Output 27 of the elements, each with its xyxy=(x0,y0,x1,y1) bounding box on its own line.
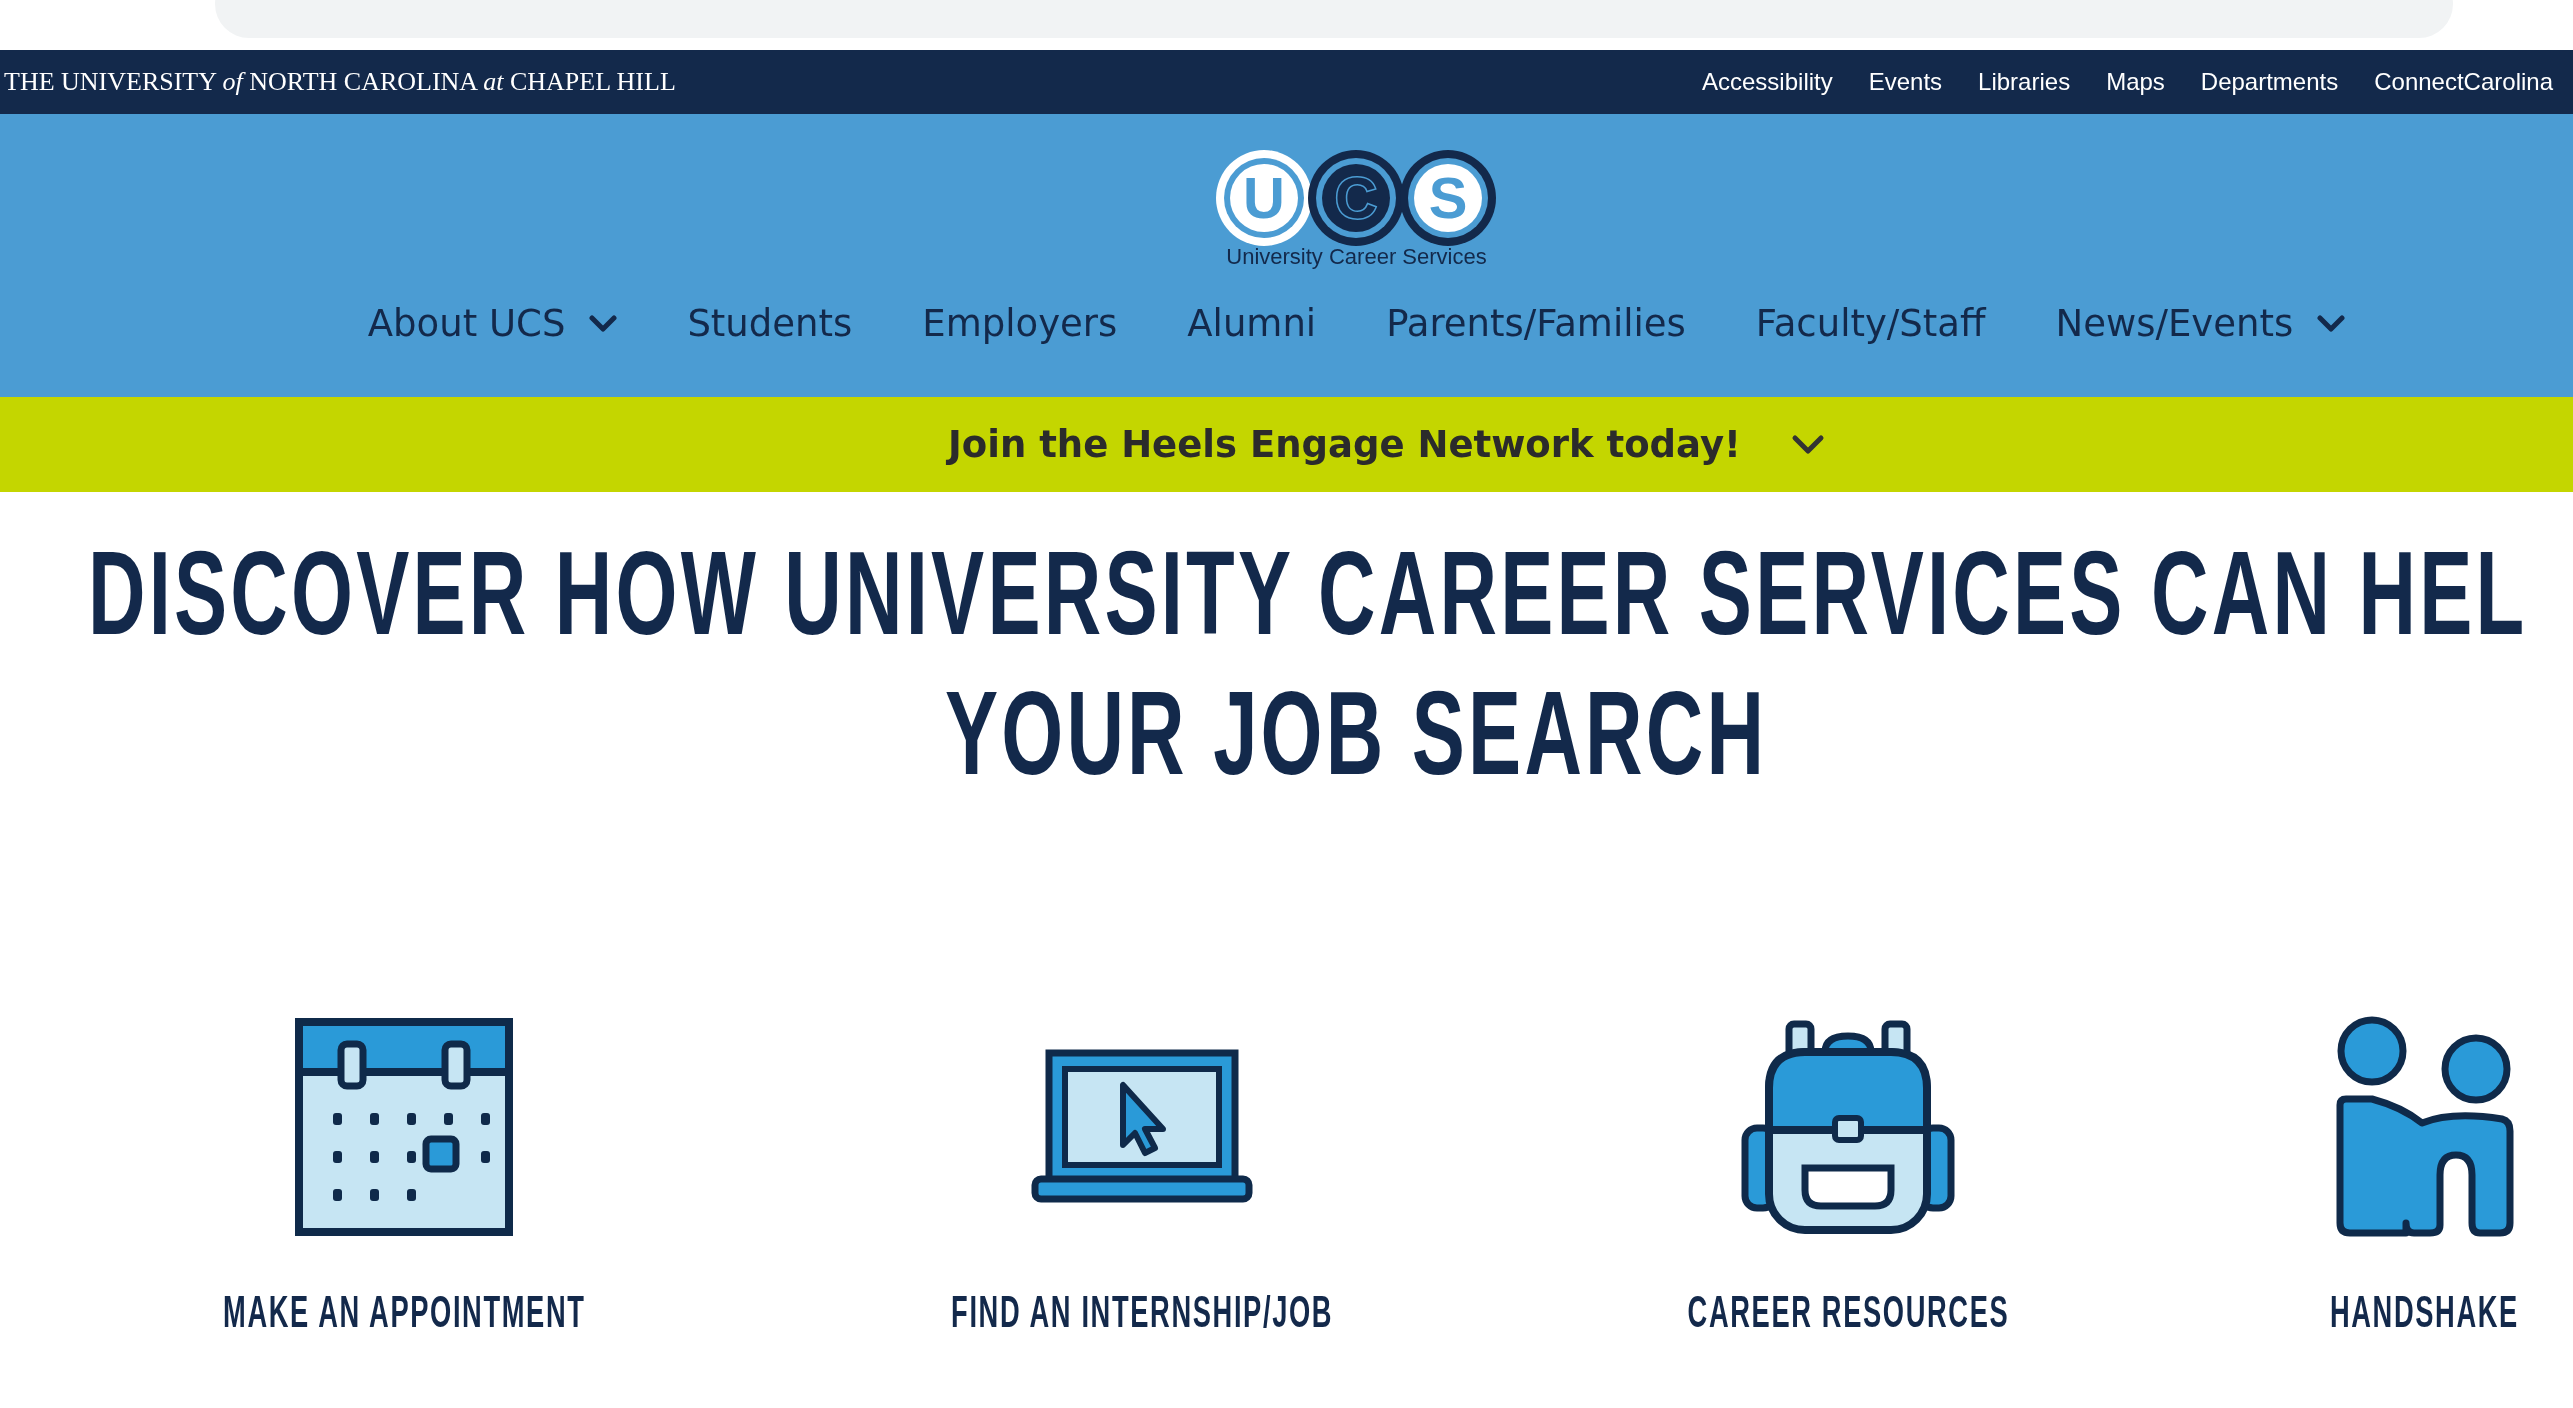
utility-link[interactable]: Events xyxy=(1868,68,1943,96)
nav-link[interactable]: Parents/Families xyxy=(1386,302,1686,345)
utility-link[interactable]: Accessibility xyxy=(1702,68,1833,96)
university-name[interactable]: THE UNIVERSITY of NORTH CAROLINA at CHAPEL HILL xyxy=(0,67,676,97)
banner-link[interactable]: Join the Heels Engage Network today! xyxy=(948,423,1741,466)
tile-title[interactable]: MAKE AN APPOINTMENT xyxy=(222,1290,586,1334)
utility-link[interactable]: Departments xyxy=(2200,68,2339,96)
page-heading: YOUR JOB SEARCH xyxy=(945,674,1768,801)
nav-link[interactable]: Students xyxy=(687,302,853,345)
nav-link[interactable]: Alumni xyxy=(1187,302,1317,345)
chevron-down-icon[interactable] xyxy=(589,314,618,333)
tile-title[interactable]: HANDSHAKE xyxy=(2329,1290,2519,1334)
utility-link[interactable]: Maps xyxy=(2106,68,2165,96)
tile-title[interactable]: FIND AN INTERNSHIP/JOB xyxy=(950,1290,1334,1334)
nav-link[interactable]: Faculty/Staff xyxy=(1755,302,1986,345)
chevron-down-icon[interactable] xyxy=(2317,314,2346,333)
page-heading: DISCOVER HOW UNIVERSITY CAREER SERVICES CAN HEL xyxy=(88,534,2528,661)
nav-link[interactable]: Employers xyxy=(922,302,1118,345)
tile-title[interactable]: CAREER RESOURCES xyxy=(1687,1290,2009,1334)
nav-link[interactable]: About UCS xyxy=(367,302,618,345)
utility-link[interactable]: Libraries xyxy=(1978,68,2071,96)
nav-link[interactable]: News/Events xyxy=(2055,302,2346,345)
backpack-icon[interactable] xyxy=(1739,1018,1957,1236)
utility-link[interactable]: ConnectCarolina xyxy=(2374,68,2553,96)
logo-caption: University Career Services xyxy=(1226,244,1487,270)
chevron-down-icon[interactable] xyxy=(1790,433,1825,456)
laptop-icon[interactable] xyxy=(1031,1049,1253,1205)
